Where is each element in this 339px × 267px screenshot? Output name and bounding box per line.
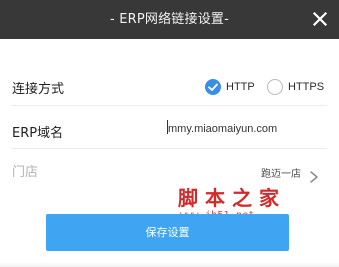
radio-checked-icon [205, 79, 221, 95]
connection-method-row: 连接方式 HTTP HTTPS [11, 72, 327, 106]
save-settings-button[interactable]: 保存设置 [46, 214, 289, 251]
radio-https-label: HTTPS [288, 81, 325, 93]
close-icon [312, 11, 328, 27]
radio-http[interactable]: HTTP [205, 72, 255, 102]
radio-https[interactable]: HTTPS [267, 72, 324, 102]
store-value: 跑迈一店 [261, 169, 301, 180]
dialog-bottom-edge [0, 262, 339, 267]
close-button[interactable] [310, 9, 330, 29]
erp-domain-row: ERP域名 [11, 116, 327, 149]
store-row[interactable]: 门店 跑迈一店 [11, 156, 327, 201]
erp-network-settings-dialog: - ERP网络链接设置- 连接方式 HTTP HTTPS ERP域名 mmy.m… [0, 0, 339, 267]
dialog-titlebar: - ERP网络链接设置- [0, 0, 339, 39]
erp-domain-input[interactable] [168, 120, 318, 138]
radio-unchecked-icon [267, 79, 283, 95]
connection-method-label: 连接方式 [12, 82, 65, 97]
dialog-title: - ERP网络链接设置- [109, 12, 229, 27]
erp-domain-label: ERP域名 [12, 126, 64, 141]
radio-http-label: HTTP [226, 81, 255, 93]
chevron-right-icon [310, 171, 318, 183]
store-label: 门店 [12, 165, 39, 180]
